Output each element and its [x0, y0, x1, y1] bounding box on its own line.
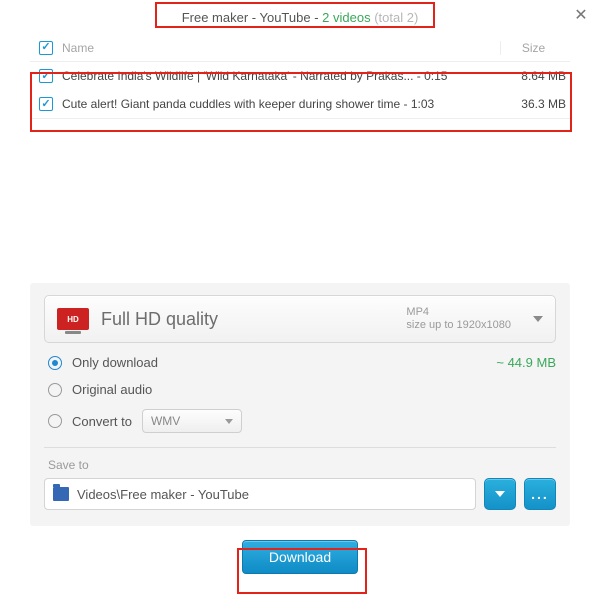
radio-original-audio[interactable]: Original audio [44, 382, 556, 397]
row-checkbox[interactable]: ✓ [39, 97, 53, 111]
quality-dropdown[interactable]: HD Full HD quality MP4 size up to 1920x1… [44, 295, 556, 343]
column-size[interactable]: Size [500, 41, 570, 55]
dialog-window: Free maker - YouTube - 2 videos (total 2… [0, 0, 600, 600]
row-size: 8.64 MB [500, 69, 570, 83]
list-header: ✓ Name Size [30, 34, 570, 62]
column-name[interactable]: Name [62, 41, 500, 55]
table-row[interactable]: ✓ Celebrate India's Wildlife | 'Wild Karn… [30, 62, 570, 90]
hd-icon: HD [57, 308, 89, 330]
save-to-label: Save to [48, 458, 556, 472]
row-checkbox[interactable]: ✓ [39, 69, 53, 83]
select-all-checkbox[interactable]: ✓ [39, 41, 53, 55]
chevron-down-icon [225, 419, 233, 424]
size-estimate: ~ 44.9 MB [496, 355, 556, 370]
row-size: 36.3 MB [500, 97, 570, 111]
radio-icon [48, 383, 62, 397]
titlebar: Free maker - YouTube - 2 videos (total 2… [0, 0, 600, 34]
radio-only-download[interactable]: Only download ~ 44.9 MB [44, 355, 556, 370]
title-app: Free maker - YouTube [182, 10, 311, 25]
save-path-field[interactable]: Videos\Free maker - YouTube [44, 478, 476, 510]
folder-icon [53, 487, 69, 501]
video-list: ✓ Name Size ✓ Celebrate India's Wildlife … [30, 34, 570, 119]
browse-folder-button[interactable]: ... [524, 478, 556, 510]
close-icon: ✕ [574, 7, 587, 24]
row-name: Cute alert! Giant panda cuddles with kee… [62, 97, 500, 111]
chevron-down-icon [533, 316, 543, 322]
radio-convert-to[interactable]: Convert to WMV [44, 409, 556, 433]
quality-label: Full HD quality [101, 309, 394, 330]
radio-icon [48, 356, 62, 370]
chevron-down-icon [495, 491, 505, 497]
options-panel: HD Full HD quality MP4 size up to 1920x1… [30, 283, 570, 526]
radio-icon [48, 414, 62, 428]
title-total: (total 2) [374, 10, 418, 25]
convert-format-dropdown[interactable]: WMV [142, 409, 242, 433]
title-video-count: 2 videos [322, 10, 370, 25]
save-path-dropdown-button[interactable] [484, 478, 516, 510]
close-button[interactable]: ✕ [572, 8, 590, 26]
download-button[interactable]: Download [242, 540, 358, 574]
row-name: Celebrate India's Wildlife | 'Wild Karna… [62, 69, 500, 83]
divider [44, 447, 556, 448]
quality-meta: MP4 size up to 1920x1080 [406, 306, 511, 332]
save-path-value: Videos\Free maker - YouTube [77, 487, 249, 502]
table-row[interactable]: ✓ Cute alert! Giant panda cuddles with ke… [30, 90, 570, 118]
